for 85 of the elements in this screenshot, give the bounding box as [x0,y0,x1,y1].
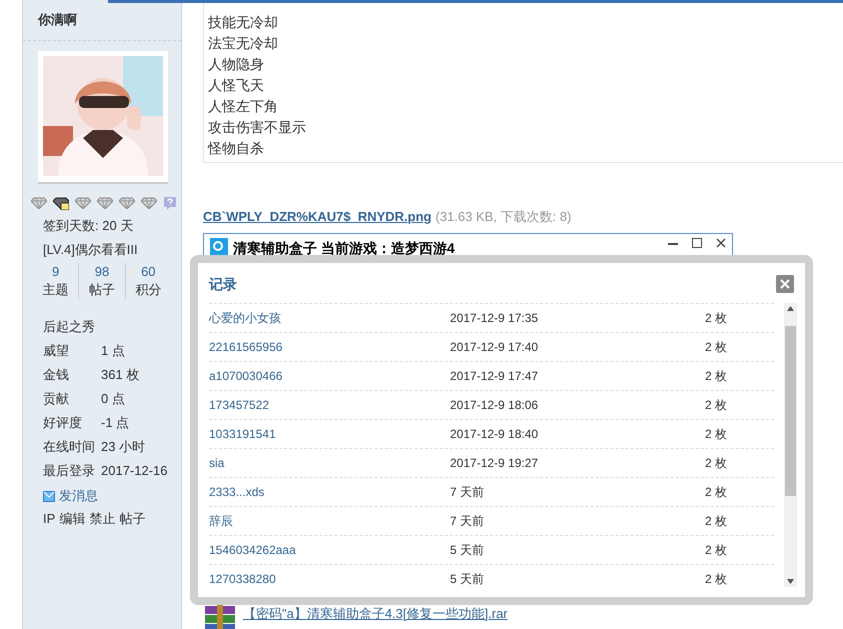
attachment-link[interactable]: CB`WPLY_DZR%KAU7$_RNYDR.png [203,207,432,226]
record-amount: 2 枚 [705,542,728,559]
post-line: 怪物自杀 [208,139,265,158]
record-user-link[interactable]: 心爱的小女孩 [209,309,450,327]
user-rank: 后起之秀 [43,318,96,336]
record-time: 2017-12-9 18:40 [450,426,540,443]
field-label: 金钱 [43,366,70,384]
record-user-link[interactable]: 2333...xds [209,483,450,501]
record-amount: 2 枚 [705,455,728,472]
record-amount: 2 枚 [705,339,728,356]
post-line: 人怪飞天 [208,76,265,95]
record-amount: 2 枚 [705,484,728,501]
diamond-icon [75,197,91,209]
diamond-icon [31,197,47,209]
admin-link[interactable]: IP [43,509,56,529]
stat-value[interactable]: 60 [141,263,156,281]
record-user-link[interactable]: 1546034262aaa [209,541,450,559]
record-user-link[interactable]: 173457522 [209,396,450,414]
post-line: 攻击伤害不显示 [208,118,307,137]
field-label: 在线时间 [43,438,96,456]
close-icon [780,279,790,289]
close-button[interactable] [776,275,794,293]
record-user-link[interactable]: 辞辰 [209,512,450,530]
username[interactable]: 你满啊 [38,10,77,30]
field-value: 1 点 [101,342,125,360]
field-value: 0 点 [101,390,125,408]
record-amount: 2 枚 [705,513,728,530]
field-value: 2017-12-16 [101,462,168,480]
scrollbar[interactable] [784,303,797,587]
app-window-title: 清寒辅助盒子 当前游戏：造梦西游4 [233,238,455,258]
diamond-icon [119,197,135,209]
record-user-link[interactable]: a1070030466 [209,367,450,385]
record-time: 2017-12-9 17:35 [450,310,540,327]
post-line: 法宝无冷却 [208,34,279,53]
maximize-icon[interactable] [692,238,702,248]
record-time: 7 天前 [450,484,486,501]
record-amount: 2 枚 [705,426,728,443]
scroll-down-icon[interactable] [787,579,794,584]
stat-value[interactable]: 9 [52,263,60,281]
field-label: 贡献 [43,390,70,408]
record-amount: 2 枚 [705,310,728,327]
record-time: 7 天前 [450,513,486,530]
record-time: 2017-12-9 18:06 [450,397,540,414]
field-value: 361 枚 [101,366,140,384]
record-user-link[interactable]: 22161565956 [209,338,450,356]
diamond-icon [141,197,157,209]
stat-label: 主题 [42,281,69,299]
field-label: 最后登录 [43,462,96,480]
record-amount: 2 枚 [705,571,728,587]
app-logo-icon [210,238,228,256]
record-user-link[interactable]: 1270338280 [209,570,450,587]
archive-books-icon [203,604,237,629]
stat-label: 帖子 [88,281,115,299]
close-icon[interactable] [716,238,726,248]
admin-link[interactable]: 编辑 [59,509,86,529]
rar-attachment-link[interactable]: 【密码"a】清寒辅助盒子4.3[修复一些功能].rar [243,604,508,623]
admin-link[interactable]: 帖子 [119,509,146,529]
field-label: 威望 [43,342,70,360]
record-time: 5 天前 [450,542,486,559]
record-user-link[interactable]: sia [209,454,450,472]
stat-label: 积分 [135,281,162,299]
admin-link[interactable]: 禁止 [89,509,116,529]
post-line: 技能无冷却 [208,13,279,32]
record-time: 5 天前 [450,571,486,587]
stat-value[interactable]: 98 [94,263,110,281]
record-time: 2017-12-9 19:27 [450,455,540,472]
record-amount: 2 枚 [705,368,728,385]
envelope-icon [43,490,55,502]
dialog-title: 记录 [209,274,237,294]
record-user-link[interactable]: 1033191541 [209,425,450,443]
record-time: 2017-12-9 17:40 [450,339,540,356]
diamond-icon [97,197,113,209]
field-label: 好评度 [43,414,83,432]
attachment-info: (31.63 KB, 下载次数: 8) [435,208,572,226]
record-time: 2017-12-9 17:47 [450,368,540,385]
record-amount: 2 枚 [705,397,728,414]
post-line: 人怪左下角 [208,97,279,116]
field-value: -1 点 [101,414,130,432]
checkin-days: 签到天数: 20 天 [43,216,181,236]
send-message-link[interactable]: 发消息 [59,483,98,509]
field-value: 23 小时 [101,438,146,456]
diamond-card-icon [53,196,69,210]
post-line: 人物隐身 [208,55,265,74]
user-level: [LV.4]偶尔看看III [43,240,139,259]
scroll-up-icon[interactable] [787,306,794,311]
